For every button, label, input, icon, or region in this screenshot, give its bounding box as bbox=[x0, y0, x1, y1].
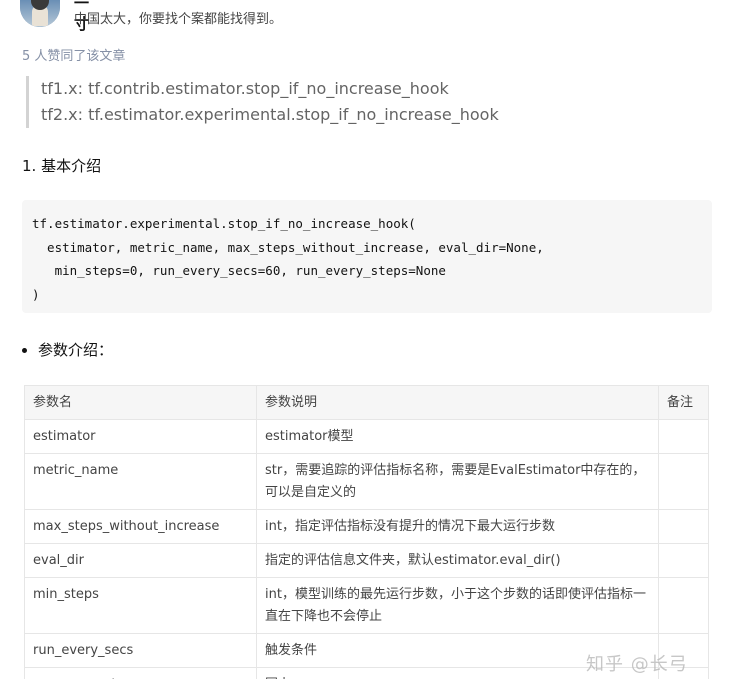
cell-param-desc: str，需要追踪的评估指标名称，需要是EvalEstimator中存在的，可以是… bbox=[256, 453, 659, 510]
section-heading: 1. 基本介绍 bbox=[22, 157, 102, 175]
cell-param-name: estimator bbox=[24, 419, 257, 454]
table-row: metric_name str，需要追踪的评估指标名称，需要是EvalEstima… bbox=[24, 453, 709, 510]
table-row: eval_dir 指定的评估信息文件夹，默认estimator.eval_dir(… bbox=[24, 543, 709, 578]
bullet-text: 参数介绍： bbox=[38, 341, 114, 359]
cell-param-desc: estimator模型 bbox=[256, 419, 659, 454]
cell-param-desc: int，模型训练的最先运行步数，小于这个步数的话即使评估指标一直在下降也不会停止 bbox=[256, 577, 659, 634]
header-cell-note: 备注 bbox=[658, 385, 709, 420]
params-table: 参数名 参数说明 备注 estimator estimator模型 metric_n… bbox=[24, 385, 709, 679]
header-cell-name: 参数名 bbox=[24, 385, 257, 420]
blockquote: tf1.x: tf.contrib.estimator.stop_if_no_i… bbox=[26, 76, 499, 128]
cell-param-name: min_steps bbox=[24, 577, 257, 634]
table-header-row: 参数名 参数说明 备注 bbox=[24, 385, 709, 420]
cell-param-name: metric_name bbox=[24, 453, 257, 510]
cell-param-desc: int，指定评估指标没有提升的情况下最大运行步数 bbox=[256, 509, 659, 544]
cell-param-note bbox=[658, 543, 709, 578]
cell-param-name: max_steps_without_increase bbox=[24, 509, 257, 544]
author-header: 一寸 中国太大，你要找个案都能找得到。 bbox=[20, 0, 282, 33]
cell-param-name: eval_dir bbox=[24, 543, 257, 578]
cell-param-note bbox=[658, 453, 709, 510]
table-row: max_steps_without_increase int，指定评估指标没有提升… bbox=[24, 509, 709, 544]
author-bio: 中国太大，你要找个案都能找得到。 bbox=[74, 12, 283, 27]
cell-param-note bbox=[658, 419, 709, 454]
cell-param-desc: 指定的评估信息文件夹，默认estimator.eval_dir() bbox=[256, 543, 659, 578]
cell-param-note bbox=[658, 577, 709, 634]
code-block: tf.estimator.experimental.stop_if_no_inc… bbox=[22, 200, 712, 313]
code-text: tf.estimator.experimental.stop_if_no_inc… bbox=[32, 216, 544, 302]
likes-count[interactable]: 5 人赞同了该文章 bbox=[22, 45, 125, 64]
header-cell-desc: 参数说明 bbox=[256, 385, 659, 420]
watermark: 知乎 @长弓 bbox=[586, 654, 688, 675]
quote-line-tf2: tf2.x: tf.estimator.experimental.stop_if… bbox=[41, 105, 499, 124]
avatar[interactable] bbox=[20, 0, 60, 27]
quote-line-tf1: tf1.x: tf.contrib.estimator.stop_if_no_i… bbox=[41, 79, 449, 98]
bullet-dot-icon bbox=[22, 347, 27, 353]
cell-param-note bbox=[658, 509, 709, 544]
cell-param-name: run_every_secs bbox=[24, 633, 257, 668]
bullet-item: 参数介绍： bbox=[22, 339, 113, 360]
table-row: min_steps int，模型训练的最先运行步数，小于这个步数的话即使评估指标一… bbox=[24, 577, 709, 634]
cell-param-name: run_every_steps bbox=[24, 667, 257, 679]
table-row: estimator estimator模型 bbox=[24, 419, 709, 454]
